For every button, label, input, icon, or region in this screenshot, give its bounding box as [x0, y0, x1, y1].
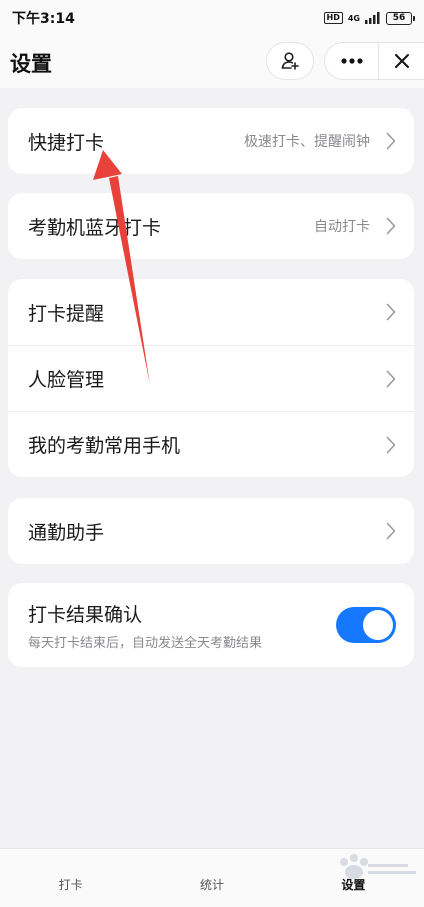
bluetooth-punch-row[interactable]: 考勤机蓝牙打卡 自动打卡	[8, 193, 414, 259]
result-confirm-row: 打卡结果确认 每天打卡结束后，自动发送全天考勤结果	[8, 583, 414, 667]
common-phone-row[interactable]: 我的考勤常用手机	[8, 411, 414, 477]
chevron-right-icon	[386, 217, 396, 235]
user-add-icon	[281, 52, 299, 70]
battery-icon: 56	[386, 11, 415, 25]
add-member-button[interactable]	[266, 42, 314, 80]
status-bar: 下午3:14 HD 4G 56	[0, 0, 424, 36]
result-confirm-toggle[interactable]	[336, 607, 396, 643]
watermark-logo	[340, 854, 416, 879]
tab-punch-label: 打卡	[58, 878, 83, 892]
close-icon	[394, 54, 409, 68]
signal-icon	[365, 12, 380, 24]
punch-reminder-label: 打卡提醒	[28, 302, 105, 325]
quick-punch-label: 快捷打卡	[28, 131, 105, 154]
chevron-right-icon	[386, 436, 396, 453]
chevron-right-icon	[386, 132, 396, 150]
toggle-knob	[363, 610, 393, 640]
result-confirm-description: 每天打卡结束后，自动发送全天考勤结果	[28, 635, 263, 651]
status-icons: HD 4G 56	[323, 11, 415, 25]
misc-settings-card: 打卡提醒 人脸管理 我的考勤常用手机	[8, 279, 414, 477]
battery-level: 56	[392, 13, 406, 23]
tab-statistics[interactable]: 统计	[141, 849, 282, 907]
network-type: 4G	[347, 13, 360, 23]
quick-punch-row[interactable]: 快捷打卡 极速打卡、提醒闹钟	[8, 108, 414, 174]
commute-card: 通勤助手	[8, 498, 414, 564]
status-time: 下午3:14	[12, 11, 75, 27]
more-button[interactable]	[324, 42, 378, 80]
result-confirm-label: 打卡结果确认	[28, 603, 143, 626]
tab-punch[interactable]: 打卡	[0, 849, 141, 907]
commute-assistant-row[interactable]: 通勤助手	[8, 498, 414, 564]
page-title: 设置	[10, 52, 52, 76]
tab-statistics-label: 统计	[199, 878, 224, 892]
more-icon	[340, 58, 363, 64]
face-management-row[interactable]: 人脸管理	[8, 345, 414, 411]
bluetooth-punch-card: 考勤机蓝牙打卡 自动打卡	[8, 193, 414, 259]
chevron-right-icon	[386, 370, 396, 387]
quick-punch-card: 快捷打卡 极速打卡、提醒闹钟	[8, 108, 414, 174]
commute-assistant-label: 通勤助手	[28, 521, 105, 544]
punch-reminder-row[interactable]: 打卡提醒	[8, 279, 414, 345]
bluetooth-punch-label: 考勤机蓝牙打卡	[28, 216, 162, 239]
face-management-label: 人脸管理	[28, 369, 105, 391]
bluetooth-punch-value: 自动打卡	[314, 219, 370, 235]
chevron-right-icon	[386, 303, 396, 321]
chevron-right-icon	[386, 522, 396, 540]
nav-bar: 设置	[0, 36, 424, 88]
close-button[interactable]	[378, 42, 424, 80]
hd-badge: HD	[323, 12, 343, 24]
result-confirm-card: 打卡结果确认 每天打卡结束后，自动发送全天考勤结果	[8, 583, 414, 667]
common-phone-label: 我的考勤常用手机	[28, 435, 181, 457]
quick-punch-value: 极速打卡、提醒闹钟	[244, 134, 370, 150]
